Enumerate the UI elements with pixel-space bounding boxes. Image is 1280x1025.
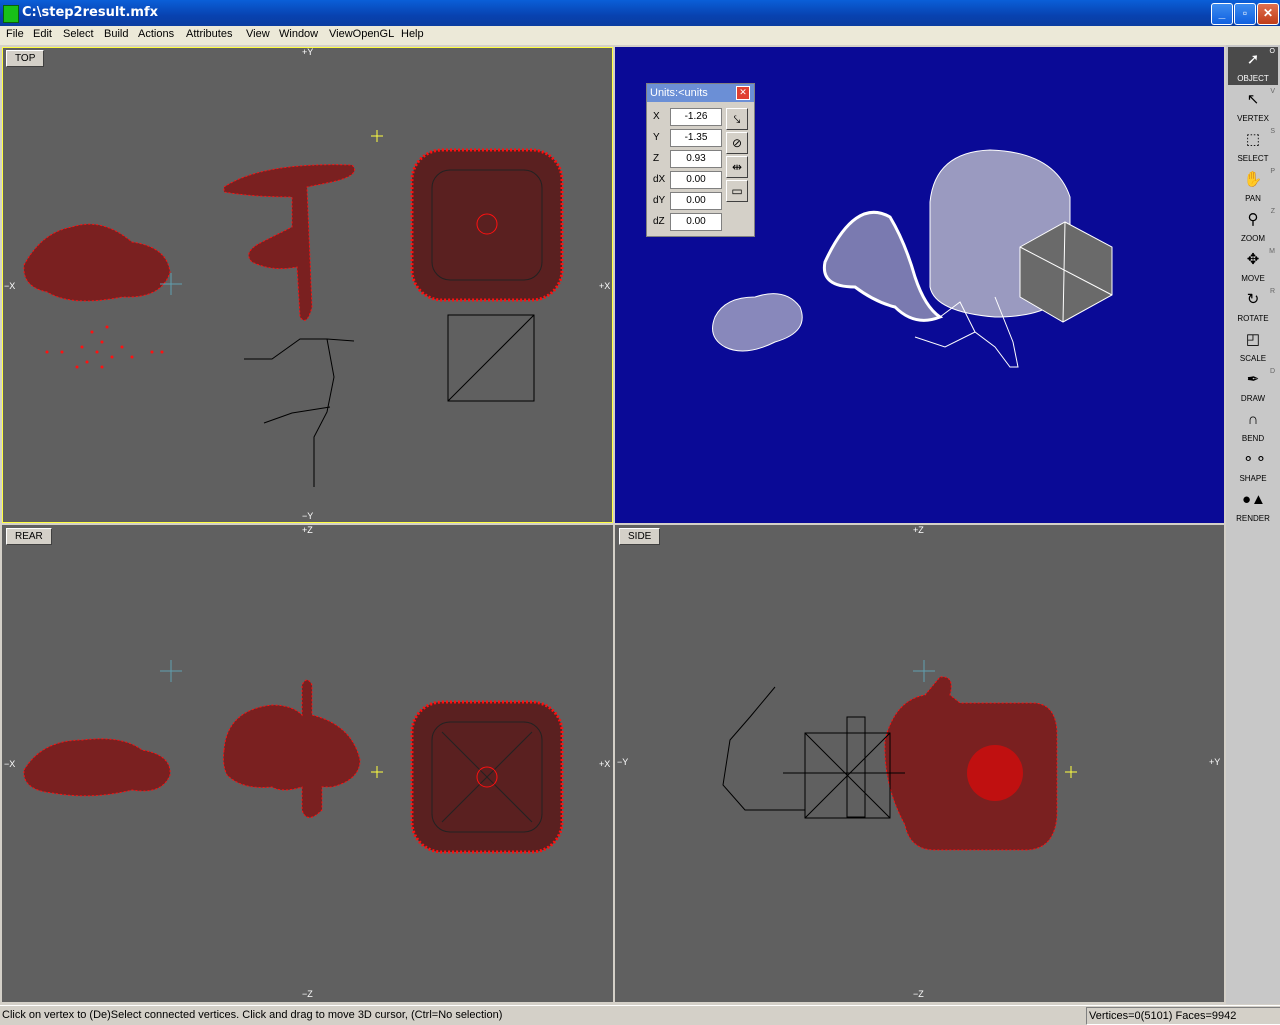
render-icon: ●▲ [1242, 491, 1266, 508]
status-message: Click on vertex to (De)Select connected … [2, 1009, 503, 1021]
scale-icon: ◰ [1245, 331, 1261, 348]
menu-bar: File Edit Select Build Actions Attribute… [0, 26, 1280, 45]
menu-file[interactable]: File [6, 28, 24, 40]
magnet-icon: ∩ [1247, 411, 1259, 428]
ruler-icon[interactable]: ▭ [726, 180, 748, 202]
maximize-button[interactable]: ▫ [1234, 3, 1256, 25]
unit-y-field[interactable]: -1.35 [670, 129, 722, 147]
axis-bottom: −Z [913, 989, 924, 999]
unit-dz-field[interactable]: 0.00 [670, 213, 722, 231]
unit-row-z: Z 0.93 [651, 150, 723, 168]
hand-icon: ✋ [1243, 171, 1263, 188]
marquee-icon: ⬚ [1245, 131, 1261, 148]
magnifier-icon: ⚲ [1247, 211, 1259, 228]
viewport-side-label[interactable]: SIDE [619, 528, 661, 545]
axis-left: −Y [617, 757, 629, 767]
tool-object[interactable]: ➚ O OBJECT [1228, 47, 1278, 85]
viewport-top[interactable]: TOP +Y −Y −X +X [2, 47, 613, 523]
axis-top: +Z [302, 525, 313, 535]
tool-draw[interactable]: ✒ D DRAW [1228, 367, 1278, 405]
snap-icon[interactable]: ⤥ [726, 108, 748, 130]
tool-palette: ➚ O OBJECT ↖ V VERTEX ⬚ S SELECT ✋ P PAN ⚲ Z ZOOM … [1226, 45, 1280, 1004]
title-bar: C:\step2result.mfx _ ▫ ✕ [0, 0, 1280, 26]
unit-dx-field[interactable]: 0.00 [670, 171, 722, 189]
pen-icon: ✒ [1246, 371, 1260, 388]
viewport-side[interactable]: SIDE +Z −Z −Y +Y [615, 525, 1224, 1002]
axis-right: +X [599, 281, 611, 291]
close-button[interactable]: ✕ [1257, 3, 1279, 25]
unit-row-dy: dY 0.00 [651, 192, 723, 210]
menu-help[interactable]: Help [401, 28, 424, 40]
unit-z-field[interactable]: 0.93 [670, 150, 722, 168]
unit-row-x: X -1.26 [651, 108, 723, 126]
side-scene [722, 660, 1077, 851]
units-panel-titlebar[interactable]: Units:<units ✕ [647, 84, 754, 102]
status-counts: Vertices=0(5101) Faces=9942 [1086, 1007, 1280, 1025]
unit-dy-field[interactable]: 0.00 [670, 192, 722, 210]
viewport-rear-label[interactable]: REAR [6, 528, 52, 545]
tool-select[interactable]: ⬚ S SELECT [1228, 127, 1278, 165]
axis-left: −X [4, 759, 16, 769]
tool-scale[interactable]: ◰ SCALE [1228, 327, 1278, 365]
menu-attributes[interactable]: Attributes [186, 28, 232, 40]
tool-bend[interactable]: ∩ BEND [1228, 407, 1278, 445]
top-scene [23, 130, 564, 487]
units-panel: Units:<units ✕ X -1.26 Y -1.35 Z 0.93 dX 0.0… [646, 83, 755, 237]
rear-scene [23, 660, 564, 854]
minimize-button[interactable]: _ [1211, 3, 1233, 25]
axis-bottom: −Y [302, 511, 314, 521]
viewport-top-label[interactable]: TOP [6, 50, 45, 67]
no-snap-icon[interactable]: ⊘ [726, 132, 748, 154]
menu-actions[interactable]: Actions [138, 28, 174, 40]
tool-rotate[interactable]: ↻ R ROTATE [1228, 287, 1278, 325]
vertex-arrow-icon: ↖ [1246, 91, 1260, 108]
rotate-icon: ↻ [1246, 291, 1260, 308]
axis-right: +X [599, 759, 611, 769]
viewport-rear[interactable]: REAR +Z −Z −X +X [2, 525, 613, 1002]
tool-render[interactable]: ●▲ RENDER [1228, 487, 1278, 525]
unit-row-y: Y -1.35 [651, 129, 723, 147]
axis-left: −X [4, 281, 16, 291]
cursor-3d [371, 130, 383, 142]
scatter-points [45, 325, 164, 369]
align-icon[interactable]: ⇹ [726, 156, 748, 178]
tool-shape[interactable]: ⚬⚬ SHAPE [1228, 447, 1278, 485]
move-arrows-icon: ✥ [1246, 251, 1260, 268]
tool-pan[interactable]: ✋ P PAN [1228, 167, 1278, 205]
menu-edit[interactable]: Edit [33, 28, 52, 40]
tool-vertex[interactable]: ↖ V VERTEX [1228, 87, 1278, 125]
tool-move[interactable]: ✥ M MOVE [1228, 247, 1278, 285]
menu-select[interactable]: Select [63, 28, 94, 40]
units-close-button[interactable]: ✕ [736, 86, 750, 100]
menu-build[interactable]: Build [104, 28, 128, 40]
window-title: C:\step2result.mfx [22, 5, 159, 20]
unit-x-field[interactable]: -1.26 [670, 108, 722, 126]
spheres-icon: ⚬⚬ [1242, 451, 1268, 468]
unit-row-dz: dZ 0.00 [651, 213, 723, 231]
menu-window[interactable]: Window [279, 28, 318, 40]
axis-top: +Z [913, 525, 924, 535]
units-panel-title: Units:<units [650, 87, 708, 99]
axis-bottom: −Z [302, 989, 313, 999]
tool-zoom[interactable]: ⚲ Z ZOOM [1228, 207, 1278, 245]
status-bar: Click on vertex to (De)Select connected … [0, 1005, 1280, 1025]
axis-right: +Y [1209, 757, 1221, 767]
menu-viewopengl[interactable]: ViewOpenGL [329, 28, 394, 40]
axis-top: +Y [302, 47, 314, 57]
unit-row-dx: dX 0.00 [651, 171, 723, 189]
app-icon [3, 5, 19, 23]
menu-view[interactable]: View [246, 28, 270, 40]
arrow-cursor-icon: ➚ [1246, 51, 1260, 68]
